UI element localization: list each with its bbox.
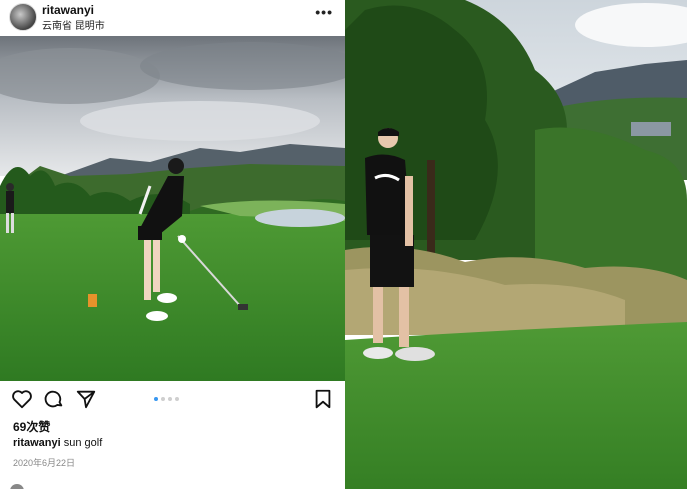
- post-header: ritawanyi 云南省 昆明市 •••: [0, 0, 345, 36]
- golfer-photo: [345, 0, 687, 489]
- carousel-dot: [154, 397, 158, 401]
- side-photo-panel: [345, 0, 687, 489]
- heart-icon[interactable]: [11, 388, 33, 410]
- bookmark-icon[interactable]: [312, 388, 334, 410]
- post-location[interactable]: 云南省 昆明市: [42, 17, 105, 32]
- likes-count[interactable]: 69次赞: [13, 418, 50, 435]
- avatar[interactable]: [9, 3, 37, 31]
- post-caption: ritawanyi sun golf: [13, 437, 102, 449]
- post-username[interactable]: ritawanyi: [42, 3, 94, 17]
- carousel-dot: [175, 397, 179, 401]
- more-options-icon[interactable]: •••: [315, 4, 333, 20]
- avatar[interactable]: [10, 484, 24, 489]
- post-date: 2020年6月22日: [13, 458, 76, 468]
- share-icon[interactable]: [75, 388, 97, 410]
- caption-text: sun golf: [60, 437, 103, 449]
- caption-username[interactable]: ritawanyi: [13, 437, 61, 449]
- comment-icon[interactable]: [43, 388, 65, 410]
- carousel-dot: [168, 397, 172, 401]
- carousel-indicator: [154, 397, 182, 403]
- post-actions: [0, 388, 345, 414]
- post-photo[interactable]: [0, 36, 345, 381]
- carousel-dot: [161, 397, 165, 401]
- instagram-post: ritawanyi 云南省 昆明市 ••• 69次赞 ritawanyi sun…: [0, 0, 345, 489]
